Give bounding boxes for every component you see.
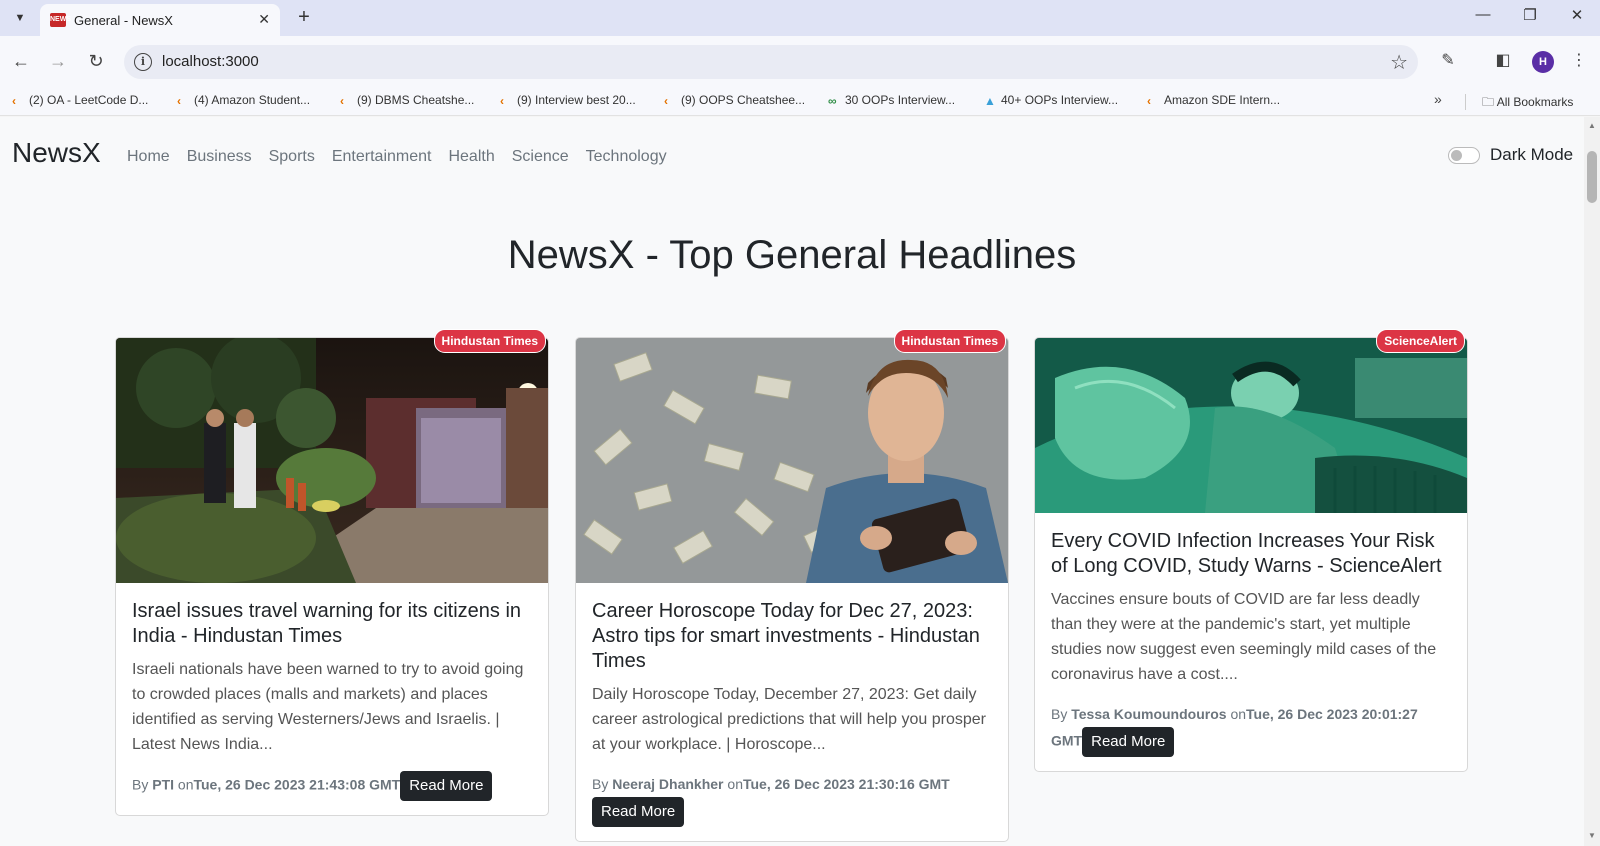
article-date: Tue, 26 Dec 2023 21:43:08 GMT [193,776,401,793]
leetcode-icon: ‹ [664,94,668,108]
bookmark-item[interactable]: ‹ (2) OA - LeetCode D... [12,93,148,107]
folder-icon: 🗀 [1482,95,1495,109]
bookmark-divider [1465,94,1466,110]
article-meta: By PTI onTue, 26 Dec 2023 21:43:08 GMT Re… [132,771,532,801]
leetcode-icon: ‹ [500,94,504,108]
bookmarks-bar: ‹ (2) OA - LeetCode D... ‹ (4) Amazon Stud… [0,86,1600,116]
article-meta: By Neeraj Dhankher onTue, 26 Dec 2023 21… [592,771,992,827]
card-body: Career Horoscope Today for Dec 27, 2023:… [576,583,1008,841]
brand-logo[interactable]: NewsX [12,137,101,169]
bookmark-item[interactable]: ‹ (9) OOPS Cheatshee... [664,93,805,107]
nav-link-health[interactable]: Health [448,148,494,166]
article-author: PTI [152,776,175,793]
reload-icon[interactable]: ↻ [83,48,109,74]
leetcode-icon: ‹ [340,94,344,108]
article-image[interactable] [576,338,1008,583]
source-badge: ScienceAlert [1376,329,1465,353]
browser-tab-bar: ▼ NEWS General - NewsX ✕ + — ❐ ✕ [0,0,1600,36]
scroll-up-arrow-icon[interactable]: ▲ [1588,121,1596,130]
extensions-puzzle-icon[interactable]: ✎ [1435,48,1461,74]
leetcode-icon: ‹ [177,94,181,108]
nav-link-technology[interactable]: Technology [586,148,667,166]
article-image[interactable] [1035,338,1467,513]
article-title: Israel issues travel warning for its cit… [132,600,522,647]
browser-toolbar: ← → ↻ i localhost:3000 ☆ ✎ ◧ H ⋮ [0,36,1600,86]
tab-title: General - NewsX [74,13,173,28]
article-description: Israeli nationals have been warned to tr… [132,661,524,753]
bookmark-item[interactable]: ‹ (9) DBMS Cheatshe... [340,93,474,107]
site-info-icon[interactable]: i [134,53,152,71]
card-body: Israel issues travel warning for its cit… [116,583,548,815]
sick-man-on-couch-photo [1035,338,1467,513]
nav-link-entertainment[interactable]: Entertainment [332,148,432,166]
bookmark-item[interactable]: ∞ 30 OOPs Interview... [828,93,955,107]
scroll-down-arrow-icon[interactable]: ▼ [1588,831,1596,840]
nav-link-sports[interactable]: Sports [269,148,315,166]
scroll-thumb[interactable] [1587,151,1597,203]
read-more-button[interactable]: Read More [592,797,685,827]
all-bookmarks-button[interactable]: 🗀 All Bookmarks [1482,93,1573,114]
leetcode-icon: ‹ [1147,94,1151,108]
article-title: Every COVID Infection Increases Your Ris… [1051,530,1442,577]
bookmark-item[interactable]: ‹ (4) Amazon Student... [177,93,310,107]
leetcode-icon: ‹ [12,94,16,108]
back-arrow-icon[interactable]: ← [8,48,34,74]
restore-icon[interactable]: ❐ [1515,6,1545,24]
man-with-wallet-photo [576,338,1008,583]
nav-link-science[interactable]: Science [512,148,569,166]
window-close-icon[interactable]: ✕ [1562,6,1592,24]
article-image[interactable] [116,338,548,583]
article-title: Career Horoscope Today for Dec 27, 2023:… [592,600,980,672]
profile-avatar[interactable]: H [1532,51,1554,73]
news-card: Hindustan Times [115,329,549,816]
site-navbar: NewsX Home Business Sports Entertainment… [0,117,1584,193]
article-description: Vaccines ensure bouts of COVID are far l… [1051,591,1437,683]
nav-link-home[interactable]: Home [127,148,170,166]
kebab-menu-icon[interactable]: ⋮ [1566,48,1592,74]
bookmark-star-icon[interactable]: ☆ [1390,50,1408,75]
card-body: Every COVID Infection Increases Your Ris… [1035,513,1467,771]
address-bar[interactable]: i localhost:3000 ☆ [124,45,1418,79]
side-panel-icon[interactable]: ◧ [1490,48,1516,74]
news-card: Hindustan Times [575,329,1009,842]
dark-mode-label: Dark Mode [1490,145,1574,164]
article-meta: By Tessa Koumoundouros onTue, 26 Dec 202… [1051,701,1451,757]
article-author: Neeraj Dhankher [612,776,724,792]
close-icon[interactable]: ✕ [258,11,270,28]
new-tab-plus-icon[interactable]: + [292,6,316,30]
article-author: Tessa Koumoundouros [1071,706,1227,722]
dark-mode-switch[interactable]: Dark Mode [1448,145,1573,165]
interviewbit-icon: ▲ [984,94,996,108]
page-viewport: NewsX Home Business Sports Entertainment… [0,117,1584,846]
newsx-favicon-icon: NEWS [50,13,71,27]
geeksforgeeks-icon: ∞ [828,94,837,108]
article-date: Tue, 26 Dec 2023 21:30:16 GMT [742,776,950,792]
night-street-photo [116,338,548,583]
source-badge: Hindustan Times [433,329,546,353]
read-more-button[interactable]: Read More [1082,727,1175,757]
chevron-double-right-icon[interactable]: » [1434,91,1442,107]
browser-tab[interactable]: NEWS General - NewsX ✕ [40,4,280,36]
news-card: ScienceAlert Every COVID Infection Incre… [1034,329,1468,772]
url-text[interactable]: localhost:3000 [162,53,259,70]
page-title: NewsX - Top General Headlines [507,233,1077,277]
bookmark-item[interactable]: ‹ (9) Interview best 20... [500,93,636,107]
bookmark-item[interactable]: ▲ 40+ OOPs Interview... [984,93,1118,107]
toggle-knob [1451,149,1462,161]
forward-arrow-icon[interactable]: → [45,48,71,74]
page-scrollbar[interactable]: ▲ ▼ [1584,117,1600,846]
minimize-icon[interactable]: — [1468,6,1498,23]
nav-link-business[interactable]: Business [187,148,252,166]
source-badge: Hindustan Times [893,329,1006,353]
dark-mode-toggle[interactable] [1448,146,1480,164]
tab-search-icon[interactable]: ▼ [8,6,32,30]
article-description: Daily Horoscope Today, December 27, 2023… [592,686,986,753]
bookmark-item[interactable]: ‹ Amazon SDE Intern... [1147,93,1280,107]
read-more-button[interactable]: Read More [400,771,493,801]
nav-links: Home Business Sports Entertainment Healt… [127,148,684,166]
